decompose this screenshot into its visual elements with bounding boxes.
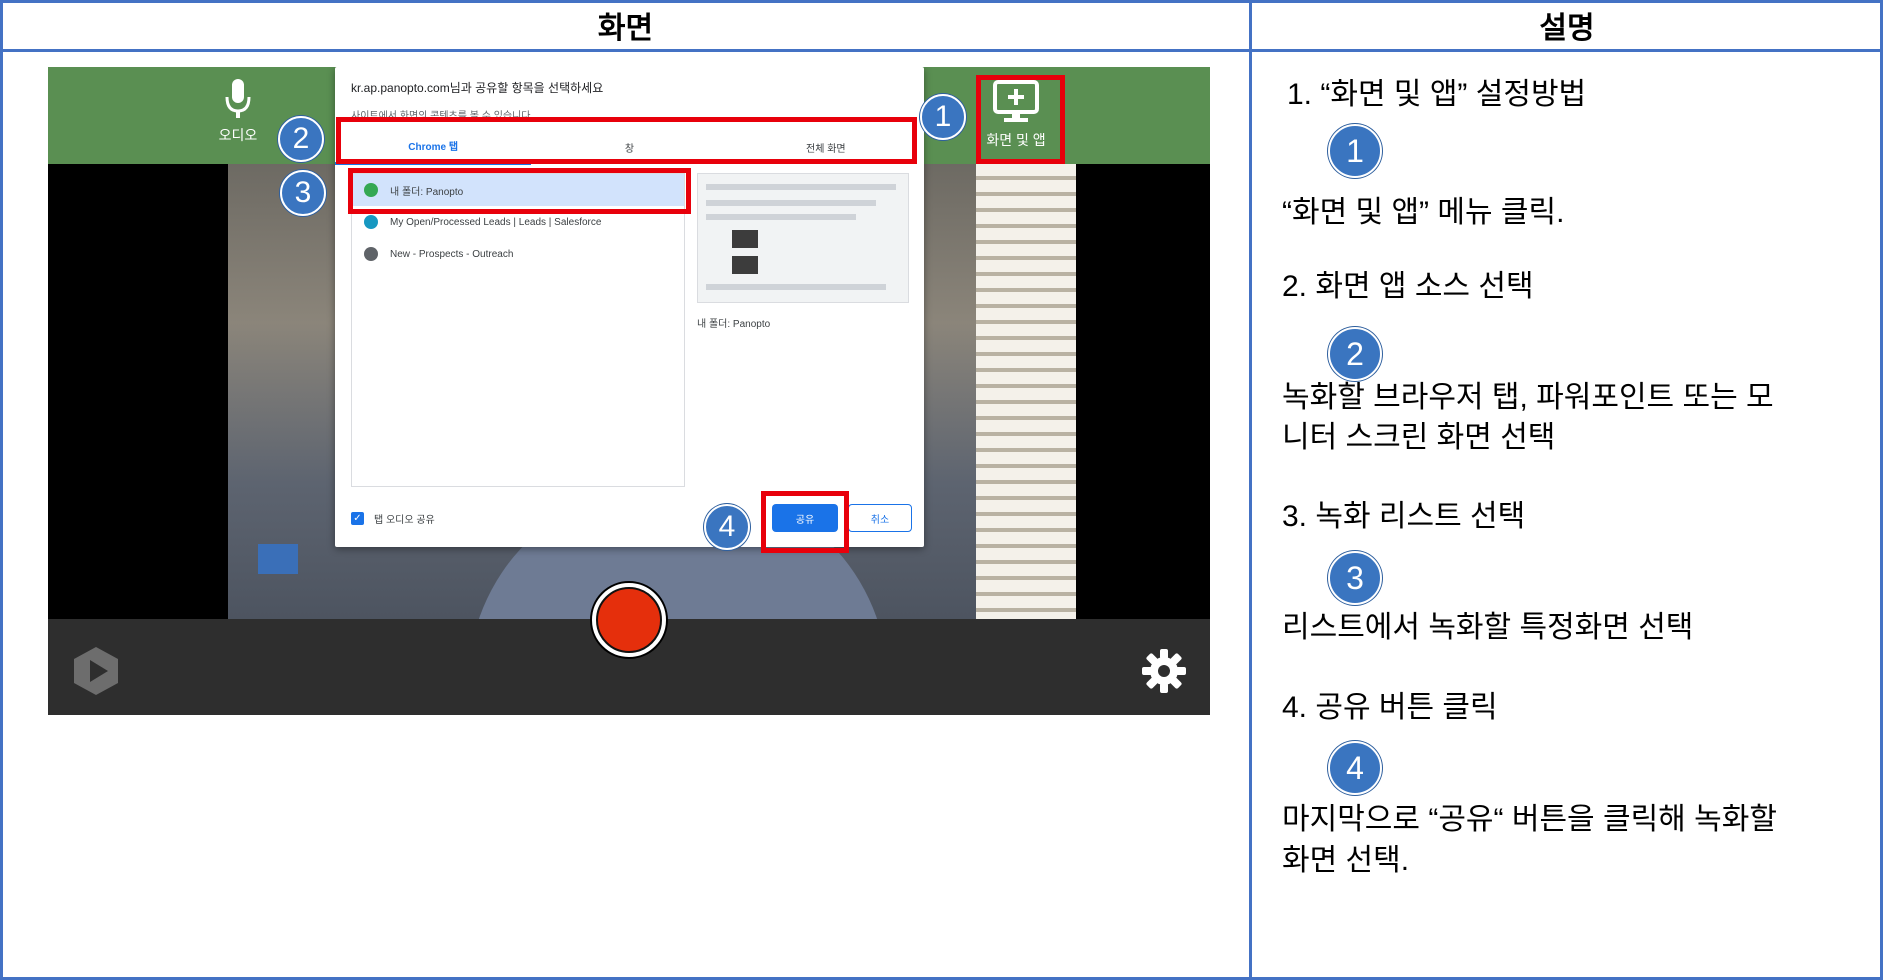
cancel-button[interactable]: 취소 bbox=[848, 504, 912, 532]
step4-text-line1: 마지막으로 “공유“ 버튼을 클릭해 녹화할 bbox=[1282, 803, 1777, 836]
step4-text-line2: 화면 선택. bbox=[1282, 844, 1410, 877]
step4-title: 4. 공유 버튼 클릭 bbox=[1282, 691, 1498, 724]
list-item-label: My Open/Processed Leads | Leads | Salesf… bbox=[390, 216, 602, 228]
step-badge-2: 2 bbox=[278, 116, 324, 162]
source-list: 내 폴더: Panopto My Open/Processed Leads | … bbox=[351, 173, 685, 487]
column-divider bbox=[1249, 0, 1252, 980]
step2-text-line1: 녹화할 브라우저 탭, 파워포인트 또는 모 bbox=[1282, 381, 1774, 414]
preview-caption: 내 폴더: Panopto bbox=[697, 319, 771, 330]
step3-text: 리스트에서 녹화할 특정화면 선택 bbox=[1282, 611, 1694, 644]
desc-badge-2: 2 bbox=[1328, 327, 1382, 381]
step1-title: 1. “화면 및 앱” 설정방법 bbox=[1287, 78, 1587, 111]
audio-label: 오디오 bbox=[218, 127, 258, 143]
desc-badge-4: 4 bbox=[1328, 741, 1382, 795]
background-object bbox=[258, 544, 298, 574]
highlight-share-button bbox=[761, 491, 849, 553]
dialog-title: kr.ap.panopto.com님과 공유할 항목을 선택하세요 bbox=[351, 81, 604, 95]
audio-button[interactable]: 오디오 bbox=[208, 77, 268, 157]
recorder-screenshot: 오디오 화면 및 앱 kr.ap.panopto.com님과 공유할 항목을 선… bbox=[48, 67, 1210, 715]
highlight-screen-app bbox=[976, 75, 1065, 164]
step2-text-line2: 니터 스크린 화면 선택 bbox=[1282, 421, 1556, 454]
list-item-label: New - Prospects - Outreach bbox=[390, 248, 514, 260]
step1-text: “화면 및 앱” 메뉴 클릭. bbox=[1282, 196, 1565, 229]
record-button[interactable] bbox=[590, 581, 668, 659]
highlight-tabs bbox=[336, 117, 917, 164]
step-badge-4: 4 bbox=[704, 504, 750, 550]
globe-icon bbox=[364, 247, 378, 261]
step-badge-3: 3 bbox=[280, 170, 326, 216]
salesforce-cloud-icon bbox=[364, 215, 378, 229]
panopto-logo-icon bbox=[74, 647, 118, 695]
tab-audio-checkbox-row[interactable]: ✓ 탭 오디오 공유 bbox=[351, 511, 435, 526]
checkbox-label: 탭 오디오 공유 bbox=[374, 515, 435, 526]
header-screen: 화면 bbox=[0, 0, 1251, 52]
step-badge-1: 1 bbox=[920, 94, 966, 140]
desc-badge-3: 3 bbox=[1328, 551, 1382, 605]
step3-title: 3. 녹화 리스트 선택 bbox=[1282, 500, 1526, 533]
settings-gear-icon[interactable] bbox=[1140, 647, 1188, 695]
list-item[interactable]: New - Prospects - Outreach bbox=[352, 238, 684, 270]
desc-badge-1: 1 bbox=[1328, 124, 1382, 178]
checkbox-checked-icon[interactable]: ✓ bbox=[351, 512, 364, 525]
step2-title: 2. 화면 앱 소스 선택 bbox=[1282, 270, 1534, 303]
microphone-icon bbox=[225, 79, 251, 118]
header-description: 설명 bbox=[1251, 0, 1883, 52]
window-blinds bbox=[976, 164, 1076, 619]
highlight-list-item bbox=[348, 168, 691, 214]
tab-preview bbox=[697, 173, 909, 303]
record-icon bbox=[596, 587, 662, 653]
